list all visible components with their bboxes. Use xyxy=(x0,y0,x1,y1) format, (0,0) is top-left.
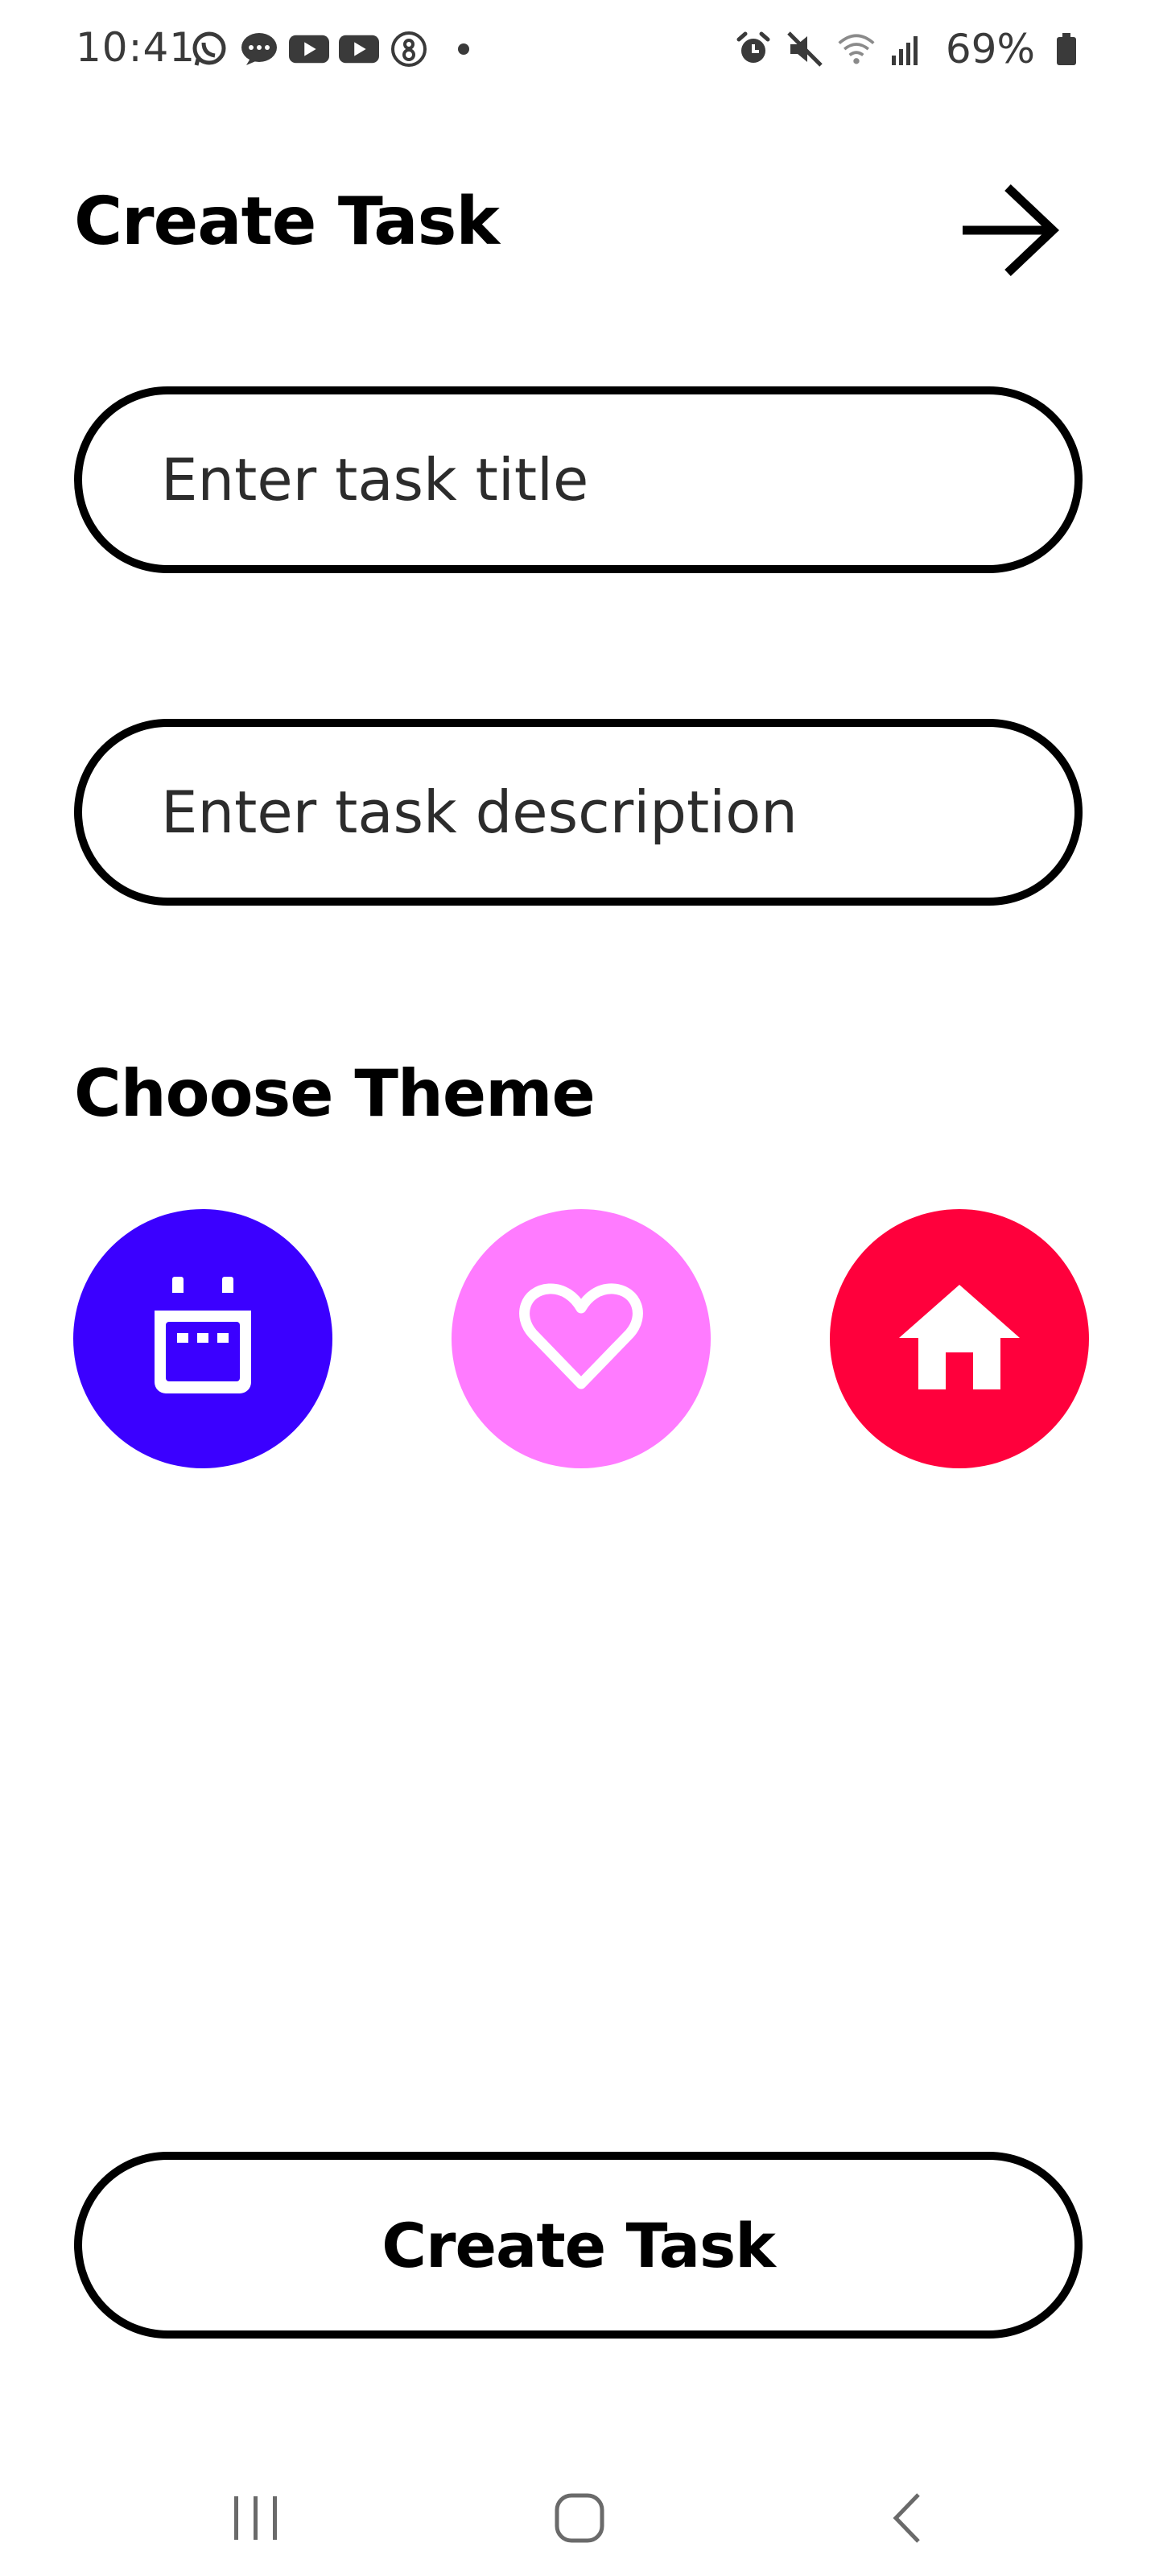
recents-button[interactable] xyxy=(208,2479,304,2560)
page-title: Create Task xyxy=(74,184,500,260)
battery-percent: 69% xyxy=(945,26,1035,72)
calendar-icon xyxy=(146,1277,259,1401)
system-icons: 69% xyxy=(733,26,1087,72)
battery-icon xyxy=(1046,29,1087,69)
alarm-icon xyxy=(733,29,773,69)
home-nav-button[interactable] xyxy=(531,2479,628,2560)
back-icon xyxy=(888,2490,928,2549)
home-circle-icon xyxy=(551,2490,608,2549)
arrow-right-icon xyxy=(958,178,1062,286)
messages-icon xyxy=(239,29,279,69)
recents-icon xyxy=(228,2493,284,2546)
theme-heart-button[interactable] xyxy=(452,1209,711,1468)
task-description-input[interactable] xyxy=(159,778,1074,847)
more-notifications-dot xyxy=(458,43,469,55)
navigation-bar xyxy=(0,2447,1159,2576)
signal-icon xyxy=(888,29,928,69)
task-title-field[interactable] xyxy=(74,386,1083,573)
whatsapp-icon xyxy=(189,29,229,69)
choose-theme-label: Choose Theme xyxy=(74,1056,596,1131)
youtube-icon xyxy=(339,29,379,69)
back-button[interactable] xyxy=(860,2479,956,2560)
wifi-icon xyxy=(836,29,876,69)
home-icon xyxy=(899,1285,1020,1393)
status-bar: 10:41 69% xyxy=(0,0,1159,97)
app-icon xyxy=(389,29,429,69)
youtube-icon xyxy=(289,29,329,69)
theme-calendar-button[interactable] xyxy=(73,1209,332,1468)
status-time: 10:41 xyxy=(76,24,196,71)
mute-icon xyxy=(785,29,825,69)
notification-icons xyxy=(189,29,469,69)
create-task-button[interactable]: Create Task xyxy=(74,2152,1083,2339)
theme-home-button[interactable] xyxy=(830,1209,1089,1468)
next-button[interactable] xyxy=(950,175,1070,288)
app-screen: 10:41 69% Create Task Enter task title E… xyxy=(0,0,1159,2576)
create-task-label: Create Task xyxy=(382,2209,776,2281)
task-description-field[interactable] xyxy=(74,719,1083,906)
heart-icon xyxy=(517,1281,645,1397)
task-title-input[interactable] xyxy=(159,445,1074,514)
